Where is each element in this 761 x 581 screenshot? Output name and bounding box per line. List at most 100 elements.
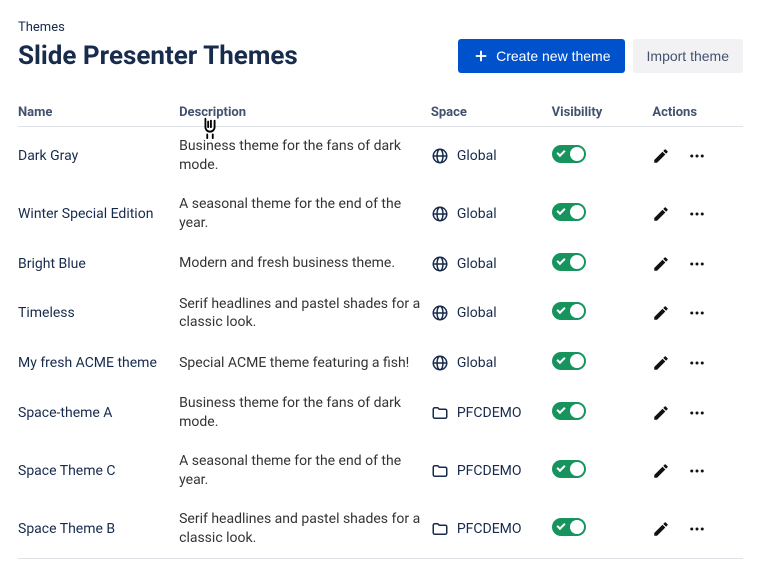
theme-space: Global <box>431 243 552 285</box>
visibility-toggle[interactable] <box>552 203 586 221</box>
theme-name: My fresh ACME theme <box>18 342 179 384</box>
themes-table: Name Description Space Visibility Action… <box>18 99 743 559</box>
theme-actions <box>652 342 743 384</box>
theme-space: Global <box>431 185 552 243</box>
edit-icon[interactable] <box>652 404 670 422</box>
table-row: Space Theme CA seasonal theme for the en… <box>18 442 743 500</box>
theme-space: Global <box>431 127 552 185</box>
theme-name: Space-theme A <box>18 384 179 442</box>
theme-name: Timeless <box>18 285 179 343</box>
theme-name: Dark Gray <box>18 127 179 185</box>
plus-icon <box>472 47 490 65</box>
table-row: Space-theme ABusiness theme for the fans… <box>18 384 743 442</box>
theme-space: PFCDEMO <box>431 500 552 558</box>
import-theme-button[interactable]: Import theme <box>633 39 743 73</box>
space-label: PFCDEMO <box>457 521 522 537</box>
theme-description: Serif headlines and pastel shades for a … <box>179 285 431 343</box>
theme-description: Business theme for the fans of dark mode… <box>179 384 431 442</box>
table-row: TimelessSerif headlines and pastel shade… <box>18 285 743 343</box>
visibility-toggle[interactable] <box>552 460 586 478</box>
theme-description: Business theme for the fans of dark mode… <box>179 127 431 185</box>
folder-icon <box>431 520 449 538</box>
theme-visibility <box>552 342 653 384</box>
theme-description: Modern and fresh business theme. <box>179 243 431 285</box>
theme-actions <box>652 384 743 442</box>
more-icon[interactable] <box>688 520 706 538</box>
table-row: Bright BlueModern and fresh business the… <box>18 243 743 285</box>
more-icon[interactable] <box>688 147 706 165</box>
space-label: Global <box>457 305 497 321</box>
theme-description: A seasonal theme for the end of the year… <box>179 442 431 500</box>
space-label: Global <box>457 256 497 272</box>
space-label: Global <box>457 355 497 371</box>
edit-icon[interactable] <box>652 462 670 480</box>
table-row: My fresh ACME themeSpecial ACME theme fe… <box>18 342 743 384</box>
edit-icon[interactable] <box>652 255 670 273</box>
globe-icon <box>431 147 449 165</box>
theme-actions <box>652 285 743 343</box>
theme-name: Winter Special Edition <box>18 185 179 243</box>
theme-description: Special ACME theme featuring a fish! <box>179 342 431 384</box>
table-row: Space Theme BSerif headlines and pastel … <box>18 500 743 558</box>
visibility-toggle[interactable] <box>552 352 586 370</box>
visibility-toggle[interactable] <box>552 402 586 420</box>
theme-visibility <box>552 442 653 500</box>
header: Slide Presenter Themes Create new theme … <box>18 39 743 73</box>
col-space-header[interactable]: Space <box>431 99 552 127</box>
space-label: PFCDEMO <box>457 405 522 421</box>
theme-description: Serif headlines and pastel shades for a … <box>179 500 431 558</box>
edit-icon[interactable] <box>652 304 670 322</box>
import-theme-label: Import theme <box>647 48 729 64</box>
more-icon[interactable] <box>688 354 706 372</box>
table-header-row: Name Description Space Visibility Action… <box>18 99 743 127</box>
globe-icon <box>431 205 449 223</box>
visibility-toggle[interactable] <box>552 145 586 163</box>
col-description-header[interactable]: Description <box>179 99 431 127</box>
breadcrumb[interactable]: Themes <box>18 20 743 35</box>
folder-icon <box>431 462 449 480</box>
theme-visibility <box>552 185 653 243</box>
col-visibility-header[interactable]: Visibility <box>552 99 653 127</box>
theme-space: PFCDEMO <box>431 442 552 500</box>
more-icon[interactable] <box>688 404 706 422</box>
visibility-toggle[interactable] <box>552 253 586 271</box>
visibility-toggle[interactable] <box>552 518 586 536</box>
theme-description: A seasonal theme for the end of the year… <box>179 185 431 243</box>
theme-visibility <box>552 285 653 343</box>
header-actions: Create new theme Import theme <box>458 39 743 73</box>
visibility-toggle[interactable] <box>552 302 586 320</box>
create-theme-button[interactable]: Create new theme <box>458 39 624 73</box>
more-icon[interactable] <box>688 304 706 322</box>
theme-actions <box>652 500 743 558</box>
create-theme-label: Create new theme <box>496 48 610 64</box>
col-actions-header: Actions <box>652 99 743 127</box>
space-label: Global <box>457 148 497 164</box>
theme-actions <box>652 127 743 185</box>
theme-actions <box>652 243 743 285</box>
edit-icon[interactable] <box>652 520 670 538</box>
edit-icon[interactable] <box>652 147 670 165</box>
space-label: Global <box>457 206 497 222</box>
globe-icon <box>431 255 449 273</box>
folder-icon <box>431 404 449 422</box>
theme-space: Global <box>431 342 552 384</box>
theme-space: Global <box>431 285 552 343</box>
theme-actions <box>652 185 743 243</box>
table-row: Winter Special EditionA seasonal theme f… <box>18 185 743 243</box>
table-row: Dark GrayBusiness theme for the fans of … <box>18 127 743 185</box>
col-name-header[interactable]: Name <box>18 99 179 127</box>
globe-icon <box>431 304 449 322</box>
more-icon[interactable] <box>688 255 706 273</box>
theme-visibility <box>552 500 653 558</box>
theme-space: PFCDEMO <box>431 384 552 442</box>
theme-visibility <box>552 243 653 285</box>
more-icon[interactable] <box>688 462 706 480</box>
theme-name: Space Theme C <box>18 442 179 500</box>
globe-icon <box>431 354 449 372</box>
edit-icon[interactable] <box>652 354 670 372</box>
theme-actions <box>652 442 743 500</box>
edit-icon[interactable] <box>652 205 670 223</box>
space-label: PFCDEMO <box>457 463 522 479</box>
page-title: Slide Presenter Themes <box>18 41 298 71</box>
more-icon[interactable] <box>688 205 706 223</box>
